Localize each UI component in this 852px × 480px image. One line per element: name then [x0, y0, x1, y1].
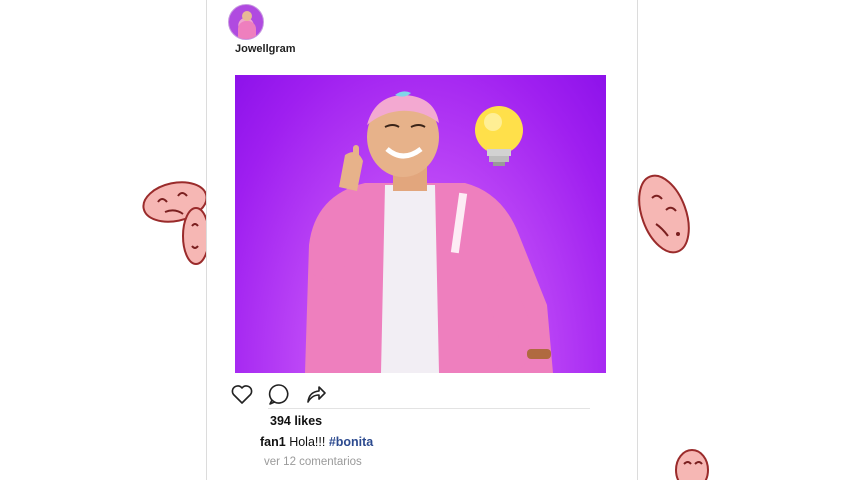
caption-text: Hola!!!: [289, 435, 326, 449]
photo-illustration: [305, 91, 553, 373]
pink-face-emoji-left-icon: [142, 181, 210, 265]
caption-hashtag[interactable]: #bonita: [329, 435, 373, 449]
caption-username[interactable]: fan1: [260, 435, 286, 449]
view-comments-link[interactable]: ver 12 comentarios: [264, 456, 362, 468]
heart-icon[interactable]: [230, 382, 254, 406]
post-photo[interactable]: [235, 75, 606, 373]
pink-face-emoji-bottom-icon: [675, 449, 709, 480]
pink-face-emoji-right-icon: [638, 174, 690, 254]
avatar[interactable]: [228, 4, 264, 40]
post-username[interactable]: Jowellgram: [235, 43, 296, 55]
comment-icon[interactable]: [267, 382, 291, 406]
post-caption: fan1 Hola!!! #bonita: [260, 435, 373, 449]
lightbulb-icon: [475, 106, 523, 166]
avatar-body: [238, 21, 256, 39]
actions-divider: [268, 408, 590, 409]
likes-count[interactable]: 394 likes: [270, 414, 322, 428]
avatar-head: [242, 11, 252, 21]
screen: Jowellgram 394 likes fan1 Hola!!! #bonit…: [0, 0, 852, 480]
share-icon[interactable]: [304, 382, 328, 406]
